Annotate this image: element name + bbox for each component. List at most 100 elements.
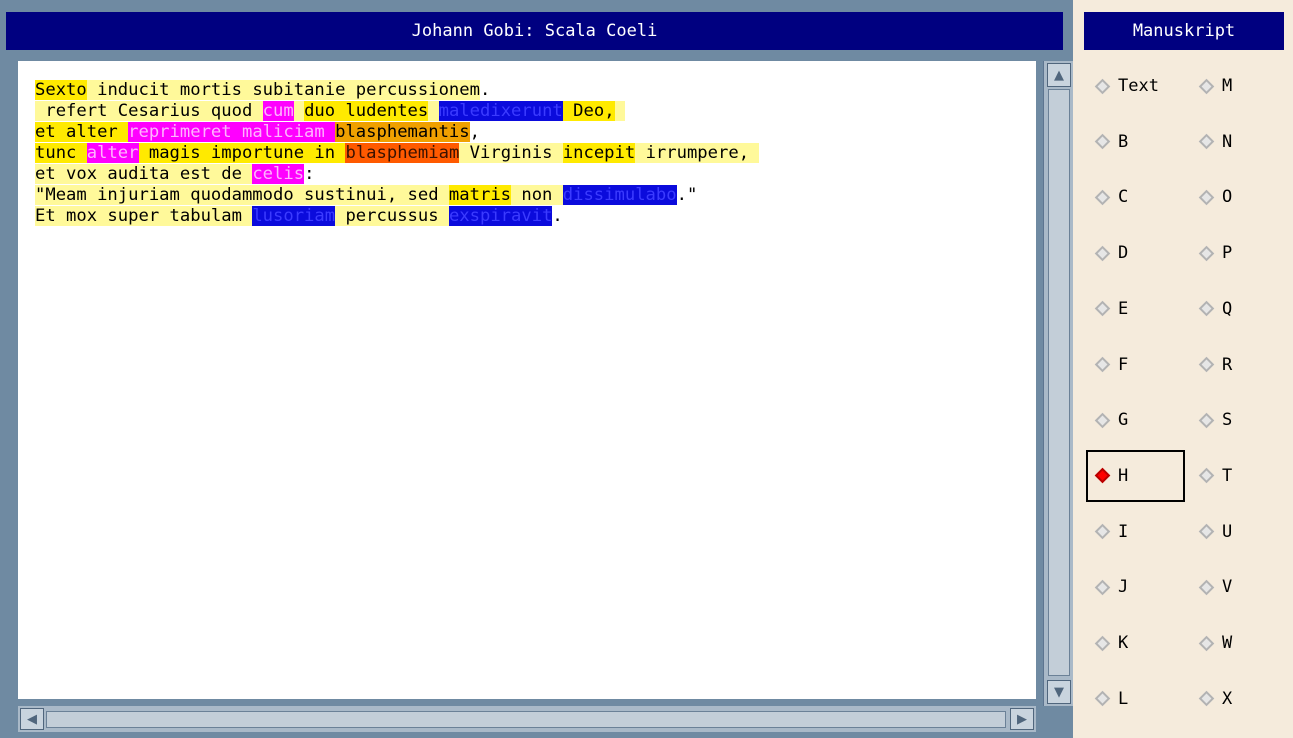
diamond-icon <box>1198 635 1215 651</box>
scroll-right-button[interactable]: ▶ <box>1010 708 1034 730</box>
word-segment[interactable]: magis importune in <box>138 143 346 163</box>
word-segment[interactable]: Virginis <box>459 143 563 163</box>
manuscript-option-l[interactable]: L <box>1088 675 1128 723</box>
diamond-icon <box>1198 412 1215 428</box>
manuscript-option-e[interactable]: E <box>1088 285 1128 333</box>
word-segment[interactable]: cum <box>262 101 294 121</box>
word-segment[interactable]: subitanie percussionem <box>252 80 480 100</box>
diamond-icon <box>1094 523 1111 540</box>
word-segment[interactable]: inducit mortis <box>86 80 253 100</box>
text-line: Et mox super tabulam lusoriam percussus … <box>35 206 759 227</box>
manuscript-option-r[interactable]: R <box>1192 341 1232 389</box>
word-segment[interactable]: et alter <box>35 122 129 142</box>
diamond-icon <box>1198 523 1215 540</box>
word-segment[interactable]: exspiravit <box>448 206 553 226</box>
word-segment[interactable]: alter <box>86 143 139 163</box>
word-segment[interactable]: . <box>480 80 490 100</box>
word-segment[interactable]: Et mox super tabulam <box>35 206 253 226</box>
manuscript-option-u[interactable]: U <box>1192 508 1232 556</box>
text-display-area[interactable]: Sexto inducit mortis subitanie percussio… <box>18 61 1036 699</box>
diamond-icon <box>1198 356 1215 373</box>
word-segment[interactable]: Deo, <box>562 101 615 121</box>
diamond-icon <box>1198 301 1215 317</box>
word-segment[interactable]: "Meam injuriam quodammodo sustinui, sed <box>35 185 449 205</box>
word-segment[interactable] <box>428 101 439 121</box>
text-line: et vox audita est de celis: <box>35 164 759 185</box>
manuscript-option-label: R <box>1222 354 1233 375</box>
manuscript-option-m[interactable]: M <box>1192 62 1232 110</box>
vertical-scroll-track[interactable] <box>1048 89 1070 676</box>
manuscript-option-text[interactable]: Text <box>1088 62 1159 110</box>
manuscript-option-label: L <box>1118 688 1129 709</box>
word-segment[interactable]: blasphemantis <box>335 122 470 142</box>
word-segment[interactable]: : <box>304 164 314 184</box>
manuscript-option-t[interactable]: T <box>1192 452 1232 500</box>
word-segment[interactable]: ." <box>677 185 698 205</box>
manuscript-option-label: M <box>1222 76 1233 96</box>
diamond-icon <box>1198 189 1215 206</box>
horizontal-scrollbar[interactable]: ◀ ▶ <box>18 706 1036 732</box>
manuscript-option-v[interactable]: V <box>1192 563 1232 611</box>
manuscript-option-w[interactable]: W <box>1192 619 1232 667</box>
manuscript-option-b[interactable]: B <box>1088 118 1128 166</box>
word-segment[interactable]: . <box>552 206 562 226</box>
scroll-down-button[interactable]: ▼ <box>1047 680 1071 704</box>
word-segment[interactable]: percussus <box>335 206 449 226</box>
manuscript-option-label: P <box>1222 243 1233 264</box>
vertical-scrollbar[interactable]: ▲ ▼ <box>1043 61 1073 706</box>
triangle-up-icon: ▲ <box>1054 67 1064 83</box>
word-segment[interactable]: matris <box>448 185 512 205</box>
text-line: et alter reprimeret maliciam blasphemant… <box>35 122 759 143</box>
word-segment[interactable] <box>614 101 625 121</box>
scroll-left-button[interactable]: ◀ <box>20 708 44 730</box>
manuscript-option-label: C <box>1118 187 1129 208</box>
word-segment[interactable]: incepit <box>562 143 636 163</box>
manuscript-option-label: E <box>1118 298 1129 319</box>
manuscript-option-c[interactable]: C <box>1088 173 1128 221</box>
diamond-icon <box>1094 690 1111 707</box>
word-segment[interactable]: lusoriam <box>252 206 336 226</box>
manuscript-option-label: F <box>1118 354 1129 375</box>
manuscript-option-label: W <box>1222 633 1233 653</box>
word-segment[interactable]: duo ludentes <box>304 101 429 121</box>
manuscript-option-h[interactable]: H <box>1086 449 1185 502</box>
diamond-icon <box>1094 468 1111 484</box>
word-segment[interactable]: et vox audita est de <box>35 164 253 184</box>
word-segment[interactable]: , <box>470 122 480 142</box>
word-segment[interactable]: non <box>511 185 563 205</box>
manuscript-option-j[interactable]: J <box>1088 563 1128 611</box>
horizontal-scroll-track[interactable] <box>46 711 1006 728</box>
manuscript-option-label: N <box>1222 131 1233 152</box>
manuscript-option-q[interactable]: Q <box>1192 285 1232 333</box>
scroll-up-button[interactable]: ▲ <box>1047 63 1071 87</box>
manuscript-option-k[interactable]: K <box>1088 619 1128 667</box>
word-segment[interactable]: blasphemiam <box>345 143 460 163</box>
word-segment[interactable] <box>293 101 305 121</box>
manuscript-option-s[interactable]: S <box>1192 396 1232 444</box>
word-segment[interactable]: celis <box>252 164 305 184</box>
word-segment[interactable]: refert Cesarius quod <box>35 101 263 121</box>
word-segment[interactable]: Sexto <box>35 80 87 100</box>
diamond-icon <box>1094 189 1111 206</box>
diamond-icon <box>1094 356 1111 373</box>
diamond-icon <box>1198 579 1215 596</box>
manuscript-option-x[interactable]: X <box>1192 675 1232 723</box>
word-segment[interactable]: tunc <box>35 143 87 163</box>
manuscript-option-d[interactable]: D <box>1088 229 1128 277</box>
diamond-icon <box>1198 78 1215 94</box>
manuscript-option-n[interactable]: N <box>1192 118 1232 166</box>
triangle-left-icon: ◀ <box>27 711 37 727</box>
manuscript-option-label: B <box>1118 131 1129 152</box>
manuscript-option-p[interactable]: P <box>1192 229 1232 277</box>
word-segment[interactable]: maledixerunt <box>438 101 563 121</box>
word-segment[interactable]: reprimeret maliciam <box>128 122 336 142</box>
word-segment[interactable]: dissimulabo <box>562 185 677 205</box>
manuscript-option-f[interactable]: F <box>1088 341 1128 389</box>
manuscript-option-label: Text <box>1118 76 1159 96</box>
manuscript-option-label: J <box>1118 577 1129 598</box>
word-segment[interactable]: irrumpere, <box>635 143 760 163</box>
manuscript-option-i[interactable]: I <box>1088 508 1128 556</box>
diamond-icon <box>1094 301 1111 317</box>
manuscript-option-g[interactable]: G <box>1088 396 1128 444</box>
manuscript-option-o[interactable]: O <box>1192 173 1232 221</box>
